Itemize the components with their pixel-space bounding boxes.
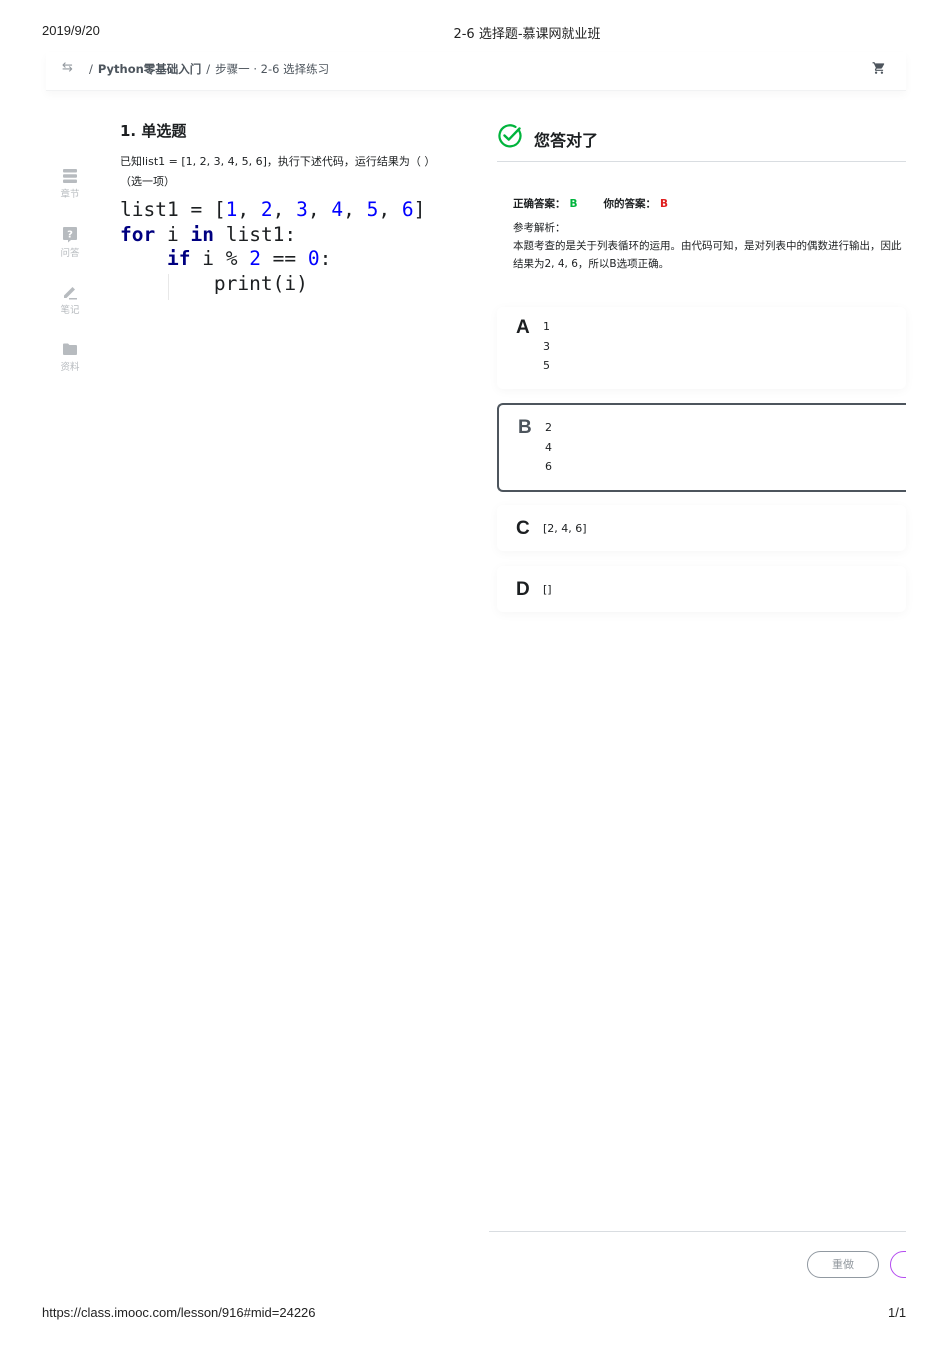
top-bar: ⇆ / Python零基础入门 / 步骤一 · 2-6 选择练习 bbox=[46, 52, 906, 91]
correct-answer-value: B bbox=[569, 198, 578, 210]
code-lines: list1 = [1, 2, 3, 4, 5, 6] for i in list1… bbox=[120, 198, 425, 296]
result-title: 您答对了 bbox=[534, 131, 599, 150]
print-url: https://class.imooc.com/lesson/916#mid=2… bbox=[42, 1305, 316, 1320]
option-a[interactable]: A 1 3 5 bbox=[497, 307, 906, 389]
breadcrumb-separator: / bbox=[206, 62, 211, 76]
print-title: 2-6 选择题-慕课网就业班 bbox=[453, 27, 601, 42]
chapters-icon bbox=[63, 169, 77, 183]
print-page-number: 1/1 bbox=[888, 1305, 907, 1320]
option-text: [2, 4, 6] bbox=[543, 519, 587, 539]
rail-item-notes[interactable]: 笔记 bbox=[55, 284, 85, 316]
my-answer-label: 你的答案： bbox=[603, 198, 657, 210]
breadcrumb-separator: / bbox=[89, 62, 93, 76]
correct-answer-label: 正确答案： bbox=[513, 198, 566, 210]
rail-item-label: 问答 bbox=[60, 248, 80, 259]
option-letter: C bbox=[516, 518, 530, 539]
option-text: 1 3 5 bbox=[543, 317, 550, 376]
explanation-text: 本题考查的是关于列表循环的运用。由代码可知，是对列表中的偶数进行输出，因此结果为… bbox=[513, 240, 902, 270]
breadcrumb-lesson: 步骤一 · 2-6 选择练习 bbox=[215, 62, 330, 76]
code-line: print(i) bbox=[213, 271, 308, 295]
page-edge-mask bbox=[906, 1240, 950, 1290]
option-line: [2, 4, 6] bbox=[543, 522, 587, 535]
redo-button[interactable]: 重做 bbox=[807, 1251, 879, 1278]
code-line: list1 = [1, 2, 3, 4, 5, 6] bbox=[120, 198, 426, 221]
option-letter: B bbox=[518, 417, 532, 438]
option-letter: D bbox=[516, 579, 530, 600]
explanation-label: 参考解析： bbox=[513, 222, 566, 234]
option-line: 4 bbox=[545, 440, 552, 454]
option-line: 2 bbox=[545, 421, 552, 434]
rail-item-chapters[interactable]: 章节 bbox=[55, 168, 85, 200]
option-text: [] bbox=[543, 580, 552, 600]
question-icon: ? bbox=[63, 227, 77, 243]
question-title: 1. 单选题 bbox=[120, 122, 187, 140]
option-line: 5 bbox=[543, 359, 550, 372]
breadcrumb-course[interactable]: Python零基础入门 bbox=[98, 62, 201, 76]
breadcrumb: / Python零基础入门 / 步骤一 · 2-6 选择练习 bbox=[84, 61, 329, 77]
option-b[interactable]: B 2 4 6 bbox=[497, 403, 906, 492]
option-line: 3 bbox=[543, 339, 550, 353]
swap-arrows-icon[interactable]: ⇆ bbox=[62, 60, 73, 75]
option-line: 1 bbox=[543, 320, 550, 333]
cart-icon[interactable] bbox=[872, 61, 886, 75]
rail-item-label: 章节 bbox=[60, 189, 80, 200]
answer-row: 正确答案： B 你的答案： B bbox=[513, 196, 668, 211]
check-circle-icon bbox=[498, 124, 522, 148]
option-d[interactable]: D [] bbox=[497, 566, 906, 612]
option-text: 2 4 6 bbox=[545, 418, 552, 477]
rail-item-materials[interactable]: 资料 bbox=[55, 342, 85, 373]
rail-item-label: 笔记 bbox=[60, 305, 80, 316]
footer-divider bbox=[489, 1231, 906, 1232]
question-text: 已知list1 = [1, 2, 3, 4, 5, 6]，执行下述代码，运行结果… bbox=[120, 155, 436, 188]
my-answer-value: B bbox=[660, 198, 669, 210]
code-block: list1 = [1, 2, 3, 4, 5, 6] for i in list1… bbox=[120, 198, 425, 300]
pencil-icon bbox=[64, 287, 77, 300]
indent-guide bbox=[168, 274, 169, 300]
option-line: 6 bbox=[545, 460, 552, 473]
option-c[interactable]: C [2, 4, 6] bbox=[497, 505, 906, 551]
option-line: [] bbox=[543, 583, 552, 596]
code-line: if i % 2 == 0: bbox=[166, 247, 332, 270]
code-line: for i in list1: bbox=[120, 222, 297, 246]
option-letter: A bbox=[516, 317, 530, 338]
folder-icon bbox=[63, 343, 77, 355]
rail-item-label: 资料 bbox=[60, 362, 80, 373]
svg-text:?: ? bbox=[67, 230, 73, 241]
result-divider bbox=[497, 161, 906, 162]
rail-item-questions[interactable]: ? 问答 bbox=[55, 226, 85, 259]
